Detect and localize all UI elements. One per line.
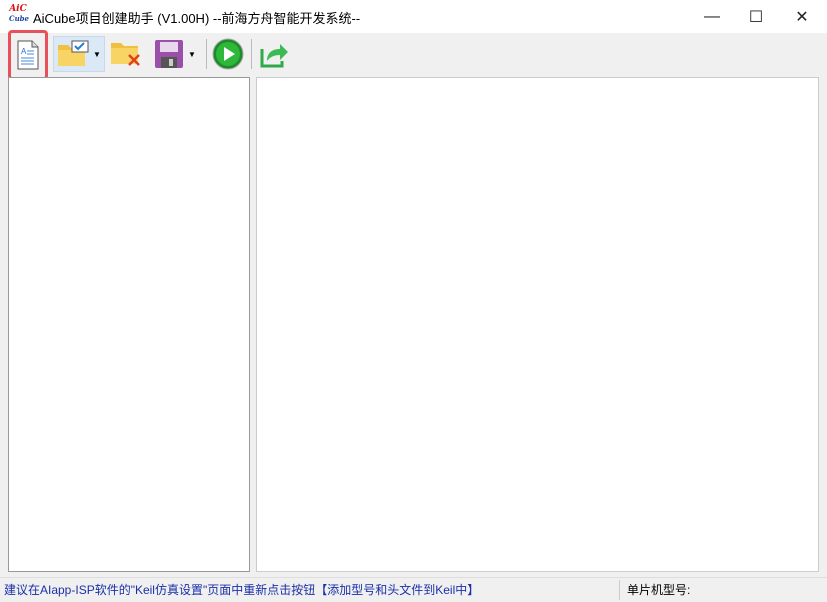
status-message: 建议在AIapp-ISP软件的"Keil仿真设置"页面中重新点击按钮【添加型号和… bbox=[4, 583, 480, 597]
mcu-model-label: 单片机型号: bbox=[627, 583, 691, 597]
new-project-button[interactable]: A bbox=[8, 30, 48, 80]
close-button[interactable]: ✕ bbox=[779, 0, 825, 33]
open-project-button[interactable]: ▼ bbox=[53, 36, 105, 72]
run-button[interactable] bbox=[211, 36, 245, 72]
close-project-button[interactable] bbox=[109, 36, 143, 72]
new-document-icon: A bbox=[17, 40, 39, 70]
title-bar: AiC Cube AiCube项目创建助手 (V1.00H) --前海方舟智能开发… bbox=[0, 0, 827, 33]
window-title: AiCube项目创建助手 (V1.00H) --前海方舟智能开发系统-- bbox=[33, 11, 361, 26]
export-button[interactable] bbox=[257, 36, 291, 72]
content-panel[interactable] bbox=[256, 77, 819, 572]
minimize-button[interactable]: — bbox=[689, 0, 735, 33]
dropdown-arrow-icon[interactable]: ▼ bbox=[188, 50, 196, 59]
toolbar: A ▼ ▼ bbox=[0, 30, 827, 80]
open-folder-icon bbox=[58, 40, 89, 66]
save-disk-icon bbox=[155, 40, 184, 68]
status-bar: 建议在AIapp-ISP软件的"Keil仿真设置"页面中重新点击按钮【添加型号和… bbox=[0, 577, 827, 602]
app-logo-icon: AiC Cube bbox=[9, 4, 30, 24]
share-export-icon bbox=[260, 44, 288, 68]
toolbar-separator bbox=[206, 39, 207, 69]
toolbar-separator bbox=[251, 39, 252, 69]
maximize-button[interactable]: ☐ bbox=[733, 0, 779, 33]
svg-text:A: A bbox=[21, 47, 27, 56]
project-tree-panel[interactable] bbox=[8, 77, 250, 572]
status-divider bbox=[619, 580, 620, 600]
delete-folder-icon bbox=[111, 43, 140, 66]
dropdown-arrow-icon[interactable]: ▼ bbox=[93, 50, 101, 59]
play-icon bbox=[212, 38, 244, 70]
save-button[interactable]: ▼ bbox=[150, 36, 200, 72]
